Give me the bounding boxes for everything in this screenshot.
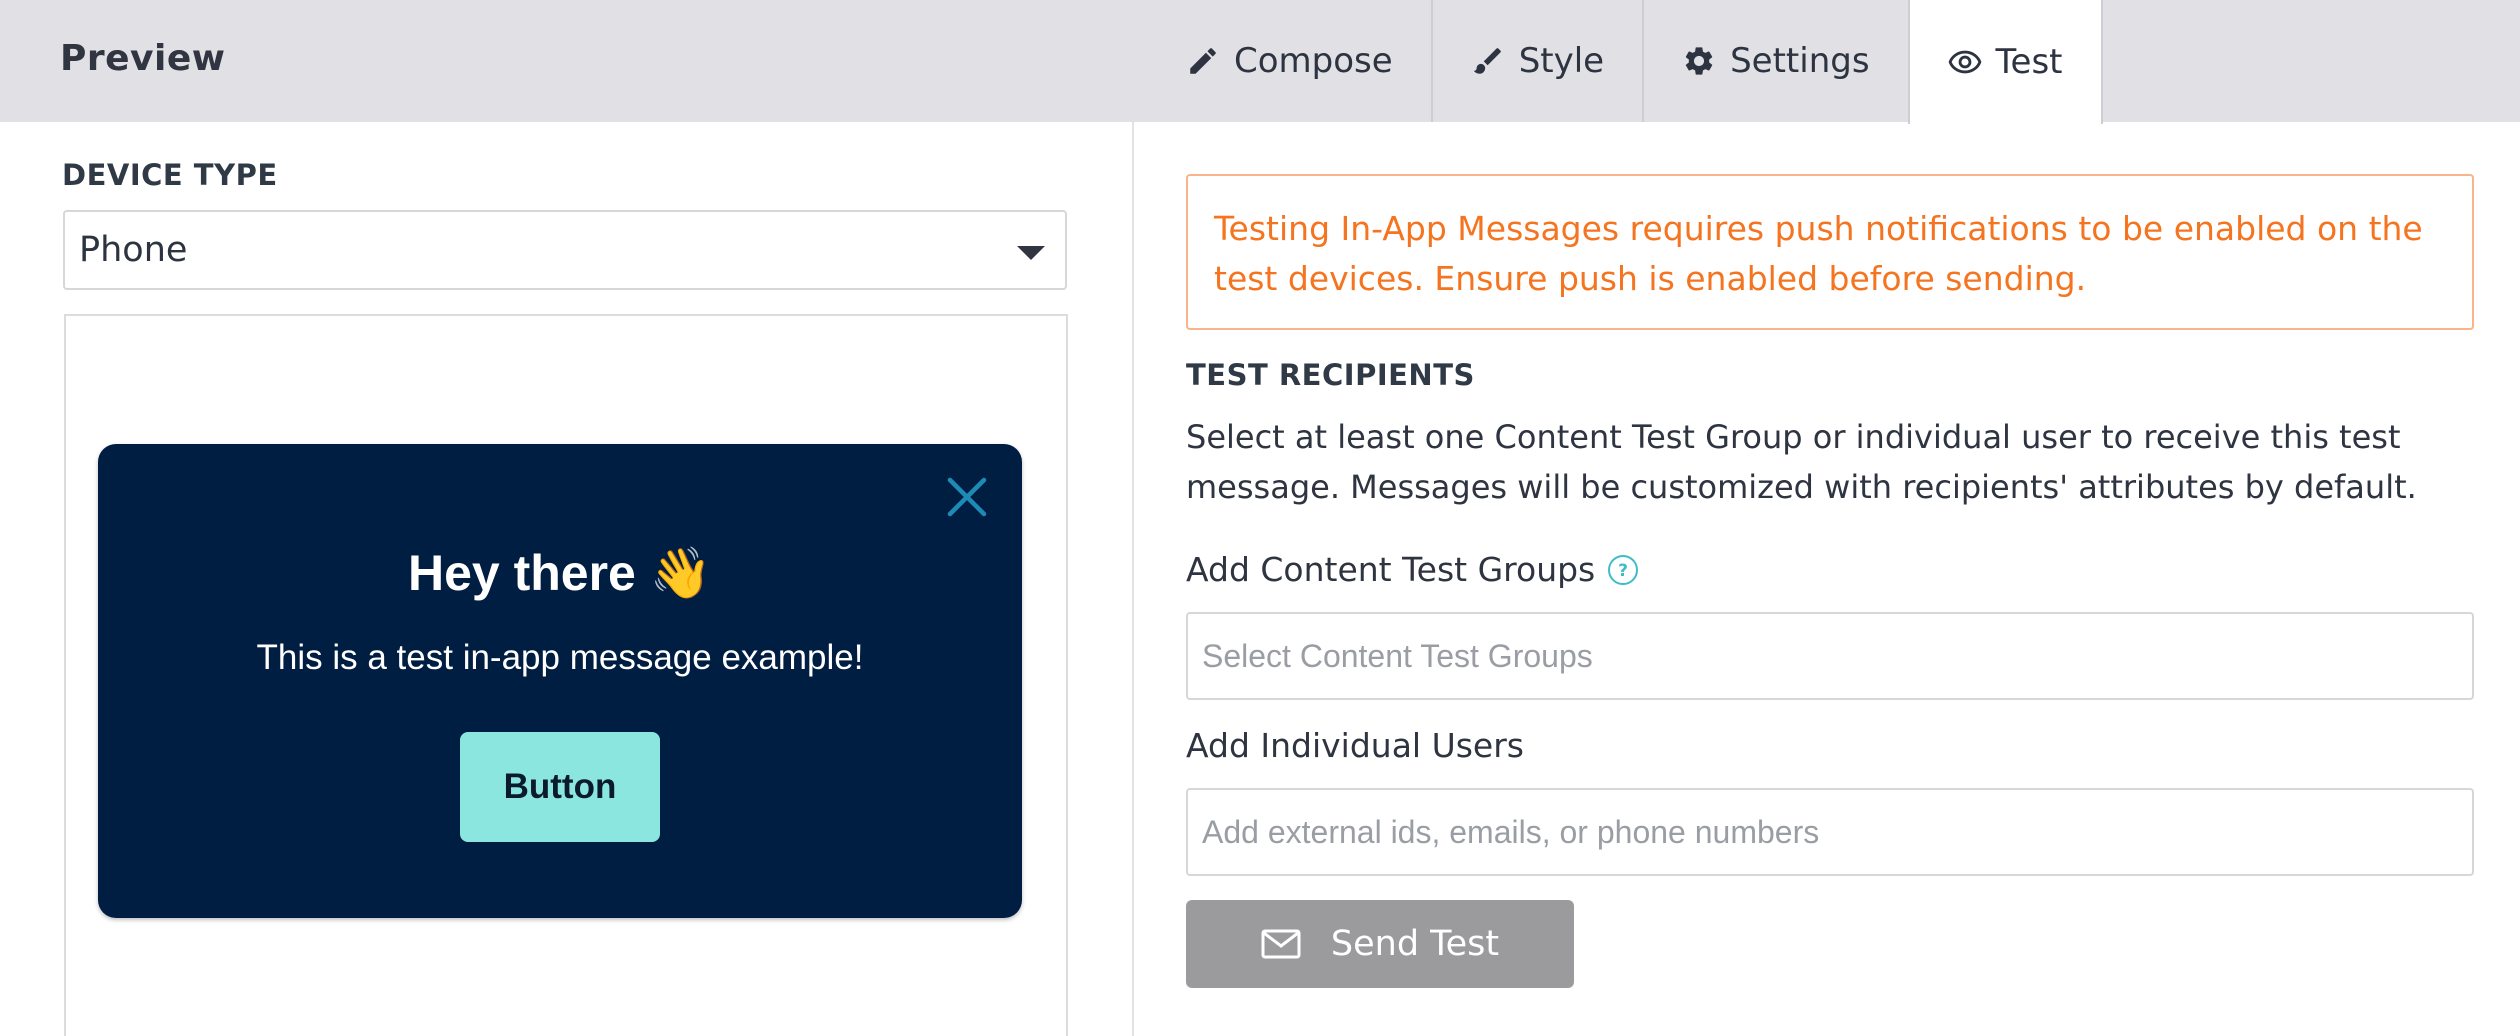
content-test-groups-placeholder: Select Content Test Groups [1202,637,1593,674]
content-test-groups-input[interactable]: Select Content Test Groups [1186,612,2474,700]
gear-icon [1682,44,1716,78]
tab-test[interactable]: Test [1907,0,2103,124]
device-type-select[interactable]: Phone [63,210,1067,290]
content-test-groups-label: Add Content Test Groups [1186,550,1596,589]
tab-compose[interactable]: Compose [1148,0,1431,122]
test-recipients-description: Select at least one Content Test Group o… [1186,418,2417,506]
mail-icon [1261,929,1301,959]
push-warning-alert: Testing In-App Messages requires push no… [1186,174,2474,330]
preview-header: Preview Compose Style Settings Test [0,0,2520,124]
tab-compose-label: Compose [1234,41,1393,81]
brush-icon [1471,44,1505,78]
pencil-icon [1186,44,1220,78]
device-type-label: DEVICE TYPE [62,158,278,192]
individual-users-input[interactable]: Add external ids, emails, or phone numbe… [1186,788,2474,876]
preview-panel: DEVICE TYPE Phone Hey there 👋 This is a … [0,122,1134,1036]
page-title: Preview [60,38,226,79]
tab-settings[interactable]: Settings [1642,0,1907,122]
tab-style[interactable]: Style [1430,0,1642,122]
caret-down-icon [1017,246,1045,260]
close-icon[interactable] [944,474,990,520]
message-body: This is a test in-app message example! [256,638,864,677]
individual-users-label: Add Individual Users [1186,726,1524,765]
test-panel: Testing In-App Messages requires push no… [1136,122,2520,1036]
help-icon[interactable]: ? [1607,554,1639,586]
individual-users-label-row: Add Individual Users [1186,726,1524,765]
tab-bar: Compose Style Settings Test [1148,0,2103,124]
eye-icon [1948,45,1982,79]
message-title: Hey there 👋 [407,545,713,601]
tab-test-label: Test [1995,42,2063,82]
content-test-groups-label-row: Add Content Test Groups ? [1186,550,1639,589]
tab-settings-label: Settings [1730,41,1870,81]
send-test-button[interactable]: Send Test [1186,900,1574,988]
message-button[interactable]: Button [460,732,660,842]
svg-text:?: ? [1618,561,1628,581]
device-type-value: Phone [79,230,188,270]
send-test-label: Send Test [1330,924,1500,964]
test-recipients-label: TEST RECIPIENTS [1186,358,1475,392]
individual-users-placeholder: Add external ids, emails, or phone numbe… [1202,813,1820,850]
in-app-message-modal: Hey there 👋 This is a test in-app messag… [98,444,1022,918]
tab-style-label: Style [1518,41,1605,81]
message-preview-canvas: Hey there 👋 This is a test in-app messag… [64,314,1068,1036]
